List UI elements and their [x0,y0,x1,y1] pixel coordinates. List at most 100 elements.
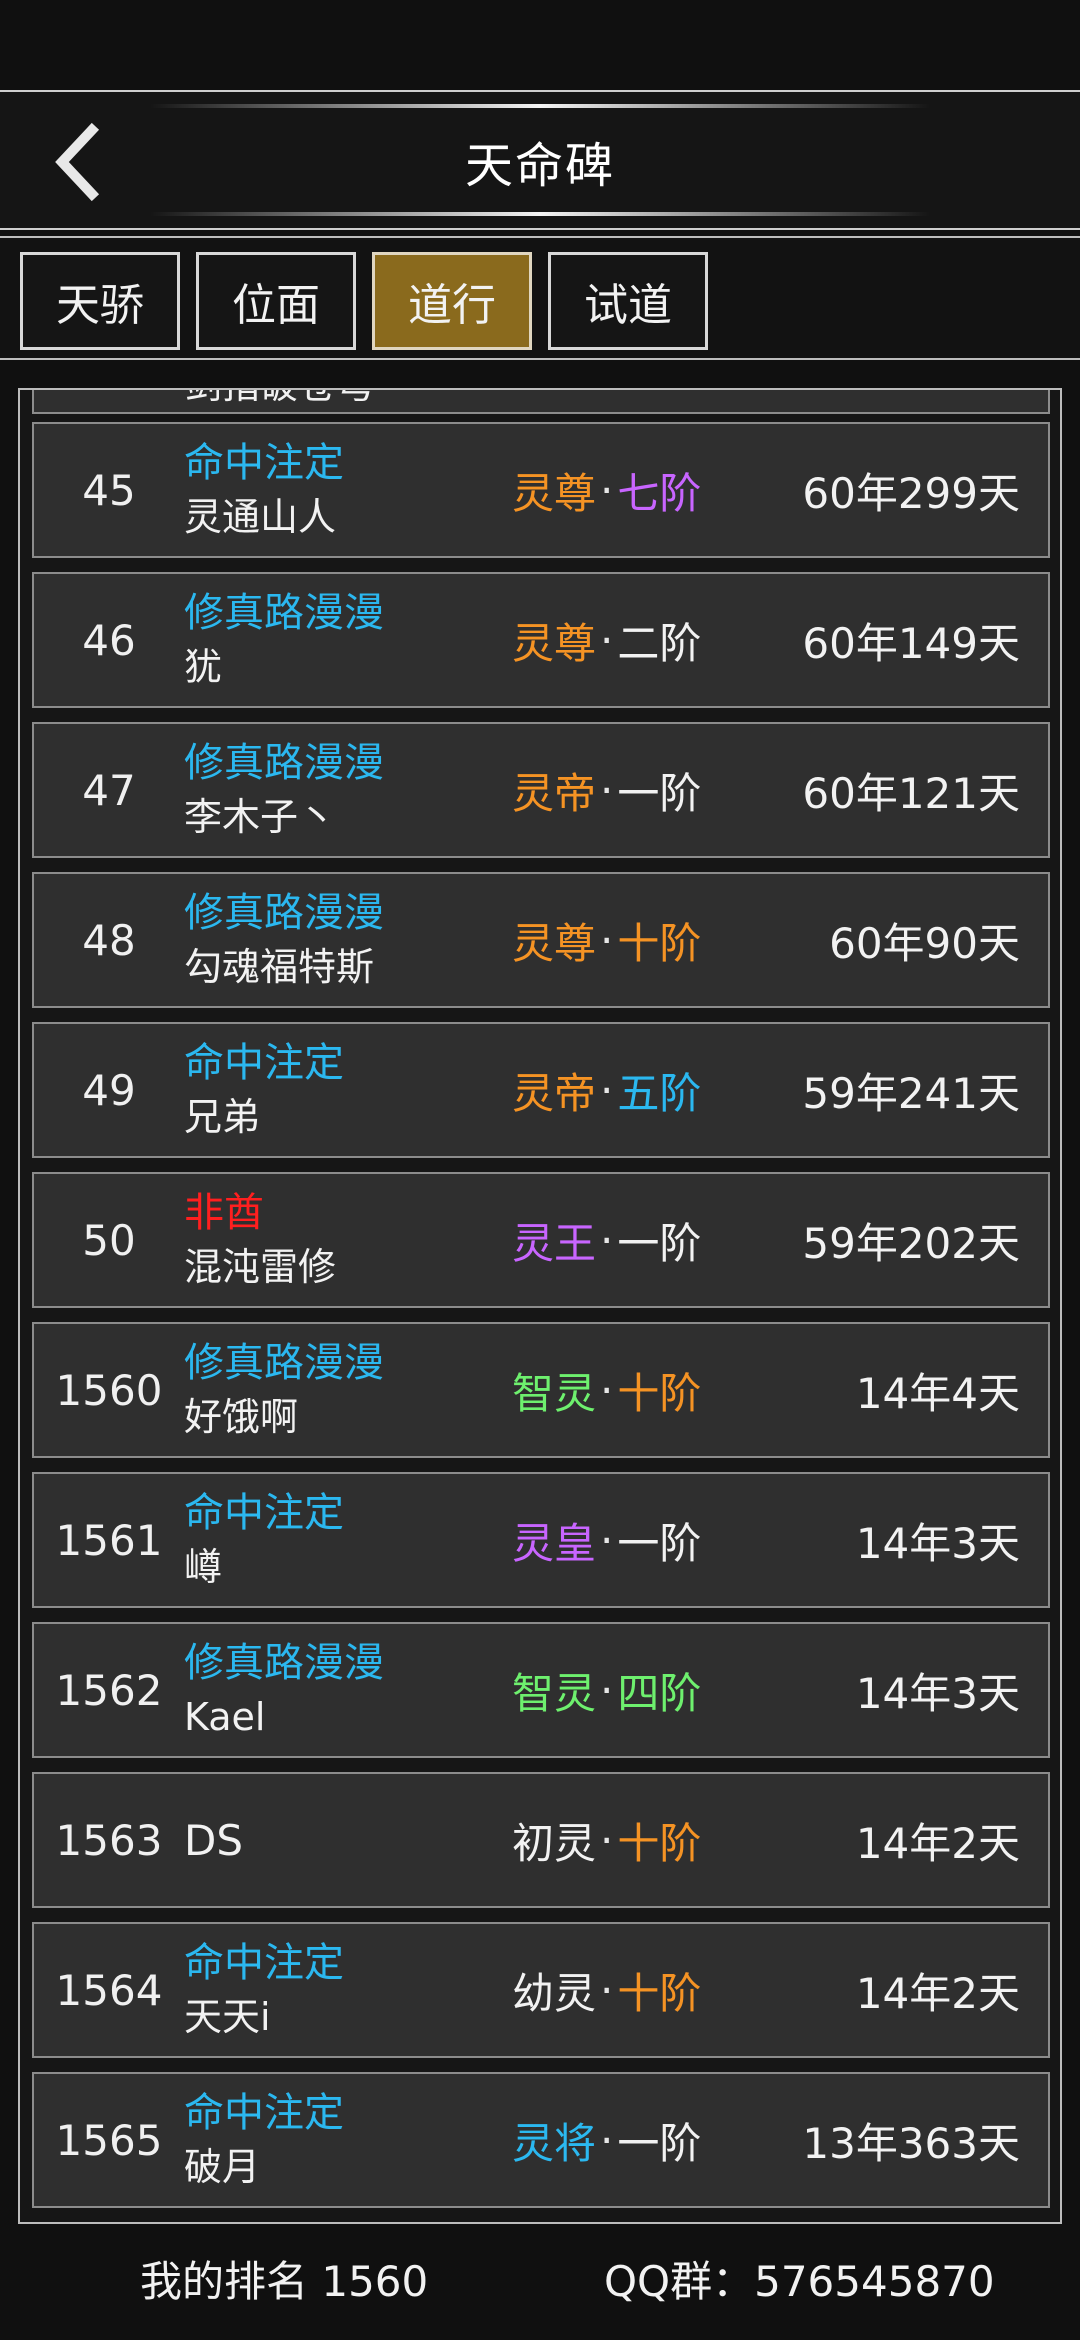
separator-dot: · [600,765,614,815]
player-title-tag: 命中注定 [184,1490,344,1536]
cultivation-realm: 智灵 · 十阶 [512,1324,701,1456]
player-name: 勾魂福特斯 [184,945,375,989]
separator-dot: · [600,915,614,965]
realm-stage: 二阶 [617,618,702,668]
list-row[interactable]: 1565 命中注定 破月 灵将 · 一阶 13年363天 [32,2072,1050,2208]
list-row[interactable]: 46 修真路漫漫犹灵尊 · 二阶 60年149天 [32,572,1050,708]
cultivation-realm: 灵帝 · 五阶 [512,1024,701,1156]
player-name: 犹 [184,645,223,689]
rank-number: 1561 [55,1515,163,1565]
player-name: 剑指破苍穹 [184,390,374,412]
header-ornament-line [150,104,930,108]
ranking-list[interactable]: 剑指破苍穹45命中注定灵通山人灵尊·七阶60年299天46修真路漫漫犹灵尊·二阶… [18,388,1062,2224]
qq-group-text: QQ群：576545870 [604,2257,995,2306]
tab-weimian[interactable]: 位面 [196,252,356,350]
cultivation-realm: 灵尊 · 十阶 [512,874,701,1006]
separator-dot: · [600,465,614,515]
rank-number: 49 [82,1065,136,1115]
rank-number: 1560 [55,1365,163,1415]
list-row[interactable]: 50 非酋 混沌雷修 灵王 · 一阶 59年202天 [32,1172,1050,1308]
separator-dot: · [600,2115,614,2165]
player-info: 修真路漫漫 好饿啊 [184,1324,514,1456]
realm-name: 智灵 [512,1668,597,1718]
player-info: 命中注定 兄弟 [184,1024,514,1156]
list-row[interactable]: 1561 命中注定嶟灵皇 · 一阶 14年3天 [32,1472,1050,1608]
page-title: 天命碑 [464,138,615,194]
cultivation-realm: 初灵 · 十阶 [512,1774,701,1906]
separator-dot: · [600,615,614,665]
player-name: 李木子丶 [184,795,337,839]
cultivation-time: 60年121天 [802,768,1020,818]
cultivation-time: 60年299天 [802,468,1020,518]
realm-name: 初灵 [512,1818,597,1868]
cultivation-time: 59年202天 [802,1218,1020,1268]
cultivation-time: 13年363天 [802,2118,1020,2168]
status-bar [0,0,1080,90]
cultivation-time: 14年3天 [855,1668,1020,1718]
tab-daoxing[interactable]: 道行 [372,252,532,350]
realm-stage: 十阶 [617,1968,702,2018]
separator-dot: · [600,1365,614,1415]
realm-stage: 十阶 [617,1818,702,1868]
rank-number: 1565 [55,2115,163,2165]
header-bar: 天命碑 [0,90,1080,230]
rank-number: 1562 [55,1665,163,1715]
header-ornament-line [150,212,930,216]
list-row[interactable]: 1560 修真路漫漫 好饿啊 智灵 · 十阶 14年4天 [32,1322,1050,1458]
cultivation-time: 14年2天 [855,1968,1020,2018]
player-name: 兄弟 [184,1095,261,1139]
cultivation-realm: 幼灵 · 十阶 [512,1924,701,2056]
player-title-tag: 命中注定 [184,440,344,486]
player-name: 灵通山人 [184,495,337,539]
player-title-tag: 修真路漫漫 [184,1640,384,1686]
tab-tianjiao[interactable]: 天骄 [20,252,180,350]
list-row[interactable]: 1562 修真路漫漫 Kael 智灵 · 四阶 14年3天 [32,1622,1050,1758]
separator-dot: · [600,1665,614,1715]
rank-number: 1564 [55,1965,163,2015]
player-info: 修真路漫漫 勾魂福特斯 [184,874,514,1006]
player-name: DS [184,1815,244,1865]
rank-number: 46 [82,615,136,665]
player-info: 命中注定 破月 [184,2074,514,2206]
cultivation-realm: 灵皇 · 一阶 [512,1474,701,1606]
player-title-tag: 修真路漫漫 [184,1340,384,1386]
player-name: Kael [184,1695,266,1739]
player-title-tag: 非酋 [184,1190,264,1236]
cultivation-time: 14年2天 [855,1818,1020,1868]
player-info: 命中注定 天天i [184,1924,514,2056]
cultivation-time: 60年90天 [829,918,1020,968]
separator-dot: · [600,1815,614,1865]
rank-number: 45 [82,465,136,515]
footer-bar: 我的排名 1560 QQ群：576545870 [0,2224,1080,2340]
realm-name: 灵尊 [512,468,597,518]
player-name: 混沌雷修 [184,1245,337,1289]
realm-stage: 十阶 [617,1368,702,1418]
list-row[interactable]: 1564 命中注定 天天i 幼灵 · 十阶 14年2天 [32,1922,1050,2058]
realm-name: 灵将 [512,2118,597,2168]
player-name: 破月 [184,2145,261,2189]
realm-name: 灵王 [512,1218,597,1268]
list-row[interactable]: 49 命中注定 兄弟 灵帝 · 五阶 59年241天 [32,1022,1050,1158]
rank-number: 1563 [55,1815,163,1865]
cultivation-realm: 灵尊 · 二阶 [512,574,701,706]
player-name: 天天i [184,1995,271,2039]
realm-name: 灵尊 [512,918,597,968]
player-name: 好饿啊 [184,1395,299,1439]
separator-dot: · [600,1065,614,1115]
separator-dot: · [600,1515,614,1565]
player-title-tag: 命中注定 [184,1040,344,1086]
list-row[interactable]: 47 修真路漫漫 李木子丶 灵帝 · 一阶 60年121天 [32,722,1050,858]
list-row[interactable]: 1563 DS 初灵 · 十阶 14年2天 [32,1772,1050,1908]
tab-shidao[interactable]: 试道 [548,252,708,350]
rank-number: 47 [82,765,136,815]
list-row[interactable]: 48 修真路漫漫 勾魂福特斯 灵尊 · 十阶 60年90天 [32,872,1050,1008]
list-row[interactable]: 45 命中注定 灵通山人 灵尊 · 七阶 60年299天 [32,422,1050,558]
cultivation-time: 14年3天 [855,1518,1020,1568]
cultivation-realm: 灵将 · 一阶 [512,2074,701,2206]
player-info: DS [184,1774,514,1906]
cultivation-time: 14年4天 [855,1368,1020,1418]
player-info: 修真路漫漫犹 [184,574,514,706]
cultivation-realm: 智灵 · 四阶 [512,1624,701,1756]
tab-bar: 天骄 位面 道行 试道 [0,236,1080,360]
list-row-partial[interactable]: 剑指破苍穹 [32,390,1050,414]
